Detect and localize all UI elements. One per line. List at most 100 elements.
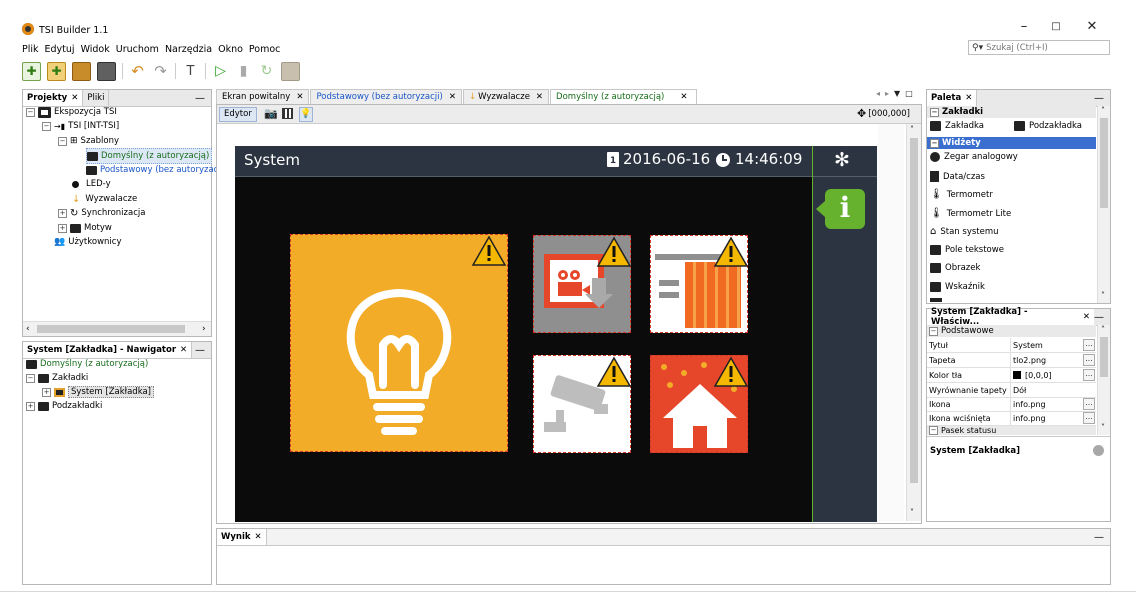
tab-right-icon[interactable]: ▸	[885, 89, 889, 98]
new-project-icon[interactable]: ✚	[22, 61, 41, 81]
close-icon[interactable]: ✕	[296, 92, 303, 102]
expand-icon[interactable]: +	[58, 208, 67, 218]
tree-item[interactable]: + ↻ Synchronizacja	[58, 206, 145, 220]
scroll-left-icon[interactable]: ‹	[26, 324, 30, 334]
minimize-panel-icon[interactable]: —	[1094, 532, 1104, 543]
close-icon[interactable]: ✕	[536, 92, 543, 102]
tab-list-icon[interactable]: ▼	[894, 89, 900, 98]
palette-section-zakladki[interactable]: − Zakładki	[927, 106, 1096, 118]
scroll-down-icon[interactable]: ˅	[1101, 291, 1105, 300]
prop-row-wyrownanie[interactable]: Wyrównanie tapety Dół	[927, 383, 1096, 398]
palette-item-obrazek[interactable]: Obrazek	[930, 263, 980, 273]
palette-vertical-scrollbar[interactable]: ˄ ˅	[1097, 106, 1110, 303]
collapse-icon[interactable]: −	[26, 107, 35, 117]
expand-icon[interactable]: +	[58, 223, 67, 233]
expand-icon[interactable]: +	[42, 387, 51, 397]
collapse-icon[interactable]: −	[42, 121, 51, 131]
collapse-icon[interactable]: −	[58, 136, 67, 146]
tab-projekty[interactable]: Projekty ✕	[23, 90, 84, 106]
cctv-tile[interactable]	[533, 355, 632, 453]
tree-item[interactable]: + System [Zakładka]	[42, 385, 154, 399]
collapse-icon[interactable]: −	[929, 426, 938, 435]
maximize-button[interactable]: □	[1044, 18, 1068, 36]
tree-item-selected[interactable]: Domyślny (z autoryzacją)	[86, 148, 213, 164]
menu-plik[interactable]: Plik	[22, 44, 39, 58]
menu-uruchom[interactable]: Uruchom	[116, 44, 159, 58]
palette-item-zakladka[interactable]: Zakładka	[930, 121, 984, 131]
edit-button[interactable]: …	[1083, 369, 1095, 381]
scroll-right-icon[interactable]: ›	[202, 324, 206, 334]
maximize-editor-icon[interactable]: □	[905, 89, 913, 98]
expand-icon[interactable]: +	[26, 401, 35, 411]
menu-pomoc[interactable]: Pomoc	[249, 44, 281, 58]
palette-item-zegar[interactable]: Zegar analogowy	[930, 152, 1018, 162]
lightbulb-icon[interactable]: 💡	[299, 107, 313, 122]
save-all-icon[interactable]	[97, 61, 116, 81]
menu-edytuj[interactable]: Edytuj	[45, 44, 75, 58]
scroll-up-icon[interactable]: ˄	[1101, 106, 1105, 115]
minimize-panel-icon[interactable]: —	[1094, 93, 1104, 104]
palette-item-wskaznik[interactable]: Wskaźnik	[930, 282, 985, 292]
palette-item-termometr[interactable]: 🌡 Termometr	[930, 189, 993, 200]
scroll-thumb[interactable]	[37, 325, 185, 333]
tree-item[interactable]: + Podzakładki	[26, 399, 102, 413]
light-tile[interactable]	[290, 234, 508, 452]
editor-vertical-scrollbar[interactable]: ˄ ˅	[906, 124, 921, 521]
scroll-down-icon[interactable]: ˅	[1101, 423, 1105, 432]
close-icon[interactable]: ✕	[449, 92, 456, 102]
menu-narzedzia[interactable]: Narzędzia	[165, 44, 212, 58]
close-button[interactable]: ✕	[1080, 18, 1104, 36]
camera-icon[interactable]: 📷	[264, 107, 278, 120]
deploy-icon[interactable]	[281, 61, 300, 81]
close-icon[interactable]: ✕	[965, 93, 972, 103]
open-project-icon[interactable]	[72, 61, 91, 81]
tree-item[interactable]: 👥 Użytkownicy	[54, 235, 122, 249]
undo-icon[interactable]: ↶	[129, 62, 146, 80]
tree-item[interactable]: − →▮ TSI [INT-TSI]	[42, 119, 119, 133]
scroll-thumb[interactable]	[1100, 118, 1108, 208]
run-icon[interactable]: ▷	[212, 63, 229, 80]
palette-item-podzakladka[interactable]: Podzakładka	[1014, 121, 1082, 131]
prop-row-kolor-tla[interactable]: Kolor tła [0,0,0]…	[927, 368, 1096, 383]
debug-icon[interactable]: ▮	[235, 63, 252, 80]
prop-row-ikona[interactable]: Ikona info.png…	[927, 397, 1096, 412]
tab-wynik[interactable]: Wynik ✕	[217, 529, 267, 545]
home-tile[interactable]	[650, 355, 749, 453]
build-hammer-icon[interactable]: T	[182, 63, 199, 80]
minimize-panel-icon[interactable]: —	[195, 345, 205, 356]
tab-domyslny[interactable]: Domyślny (z autoryzacją) ✕	[550, 89, 697, 104]
menu-widok[interactable]: Widok	[81, 44, 110, 58]
tree-item[interactable]: Domyślny (z autoryzacją)	[26, 357, 148, 371]
prop-row-ikona-wcisnieta[interactable]: Ikona wciśnięta info.png…	[927, 411, 1096, 426]
tree-item[interactable]: + Motyw	[58, 221, 112, 235]
scroll-up-icon[interactable]: ˄	[910, 125, 914, 134]
refresh-icon[interactable]: ↻	[258, 63, 275, 80]
close-icon[interactable]: ✕	[1083, 312, 1090, 322]
close-icon[interactable]: ✕	[255, 532, 262, 542]
tree-item[interactable]: − ⊞ Szablony	[58, 134, 119, 148]
collapse-icon[interactable]: −	[929, 326, 938, 336]
prop-row-tapeta[interactable]: Tapeta tlo2.png…	[927, 353, 1096, 368]
edit-button[interactable]: …	[1083, 354, 1095, 366]
minimize-panel-icon[interactable]: —	[195, 93, 205, 104]
tree-item[interactable]: Podstawowy (bez autoryzacji)	[86, 163, 226, 177]
palette-section-widzety[interactable]: − Widżety	[927, 137, 1096, 149]
tab-navigator[interactable]: System [Zakładka] - Nawigator ✕	[23, 342, 193, 358]
scroll-up-icon[interactable]: ˄	[1101, 325, 1105, 334]
collapse-icon[interactable]: −	[26, 373, 35, 383]
search-input[interactable]: Szukaj (Ctrl+I)	[986, 43, 1048, 53]
horizontal-scrollbar[interactable]: ‹ ›	[23, 321, 211, 336]
redo-icon[interactable]: ↷	[152, 62, 169, 80]
grid-icon[interactable]	[282, 108, 293, 119]
tab-podstawowy[interactable]: Podstawowy (bez autoryzacji) ✕	[310, 89, 462, 104]
tree-item[interactable]: ↓ Wyzwalacze	[72, 192, 137, 206]
tab-properties[interactable]: System [Zakładka] - Właściw... ✕	[927, 307, 1094, 327]
minimize-button[interactable]: –	[1012, 18, 1036, 36]
close-icon[interactable]: ✕	[680, 92, 687, 102]
edit-button[interactable]: …	[1083, 398, 1095, 410]
props-vertical-scrollbar[interactable]: ˄ ˅	[1097, 325, 1110, 435]
info-button[interactable]: i	[816, 189, 865, 229]
tab-left-icon[interactable]: ◂	[876, 89, 880, 98]
scroll-thumb[interactable]	[910, 138, 918, 483]
palette-item-stan-systemu[interactable]: ⌂ Stan systemu	[930, 226, 999, 237]
